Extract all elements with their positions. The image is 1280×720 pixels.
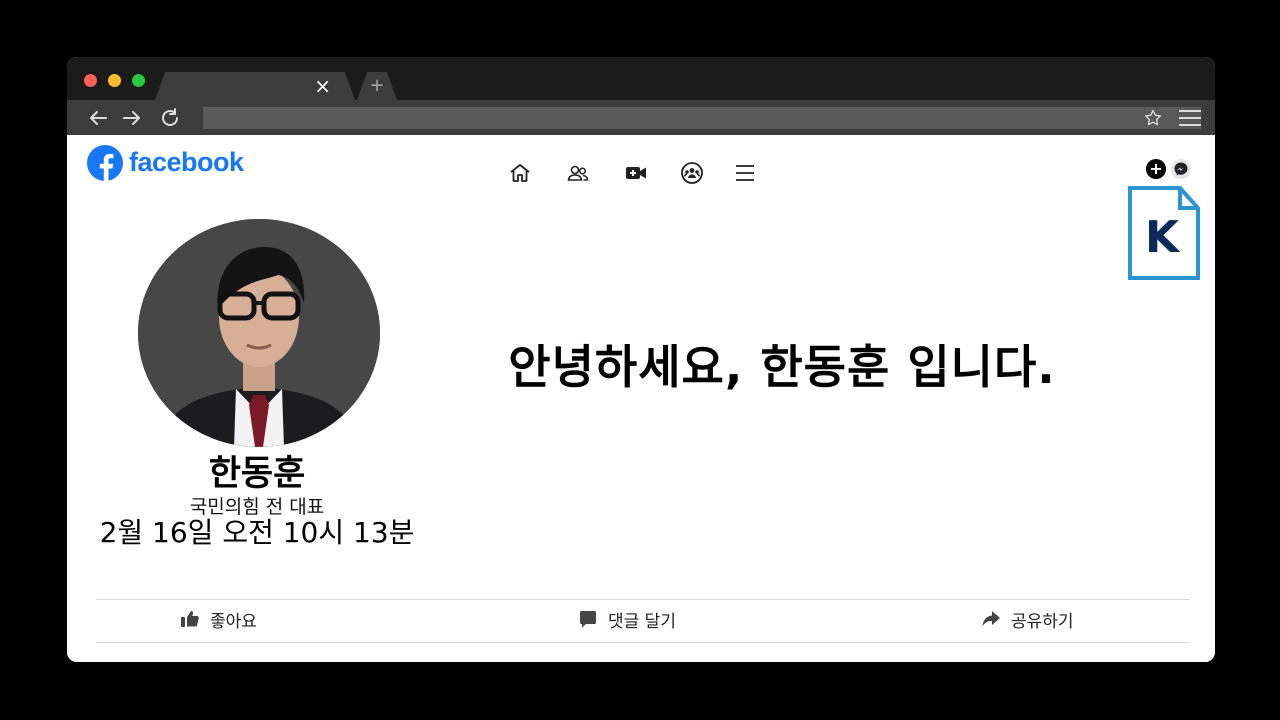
minimize-window-button[interactable] (108, 74, 121, 87)
video-icon[interactable] (624, 161, 648, 185)
forward-arrow-icon[interactable] (120, 106, 144, 130)
author-name[interactable]: 한동훈 (67, 445, 447, 496)
facebook-page: facebook + K 한동훈 국민의힘 전 대표 2월 16일 오전 10시… (67, 135, 1215, 662)
comment-label: 댓글 달기 (608, 611, 676, 632)
maximize-window-button[interactable] (132, 74, 145, 87)
post-timestamp[interactable]: 2월 16일 오전 10시 13분 (67, 511, 447, 551)
share-button[interactable]: 공유하기 (981, 599, 1074, 639)
like-label: 좋아요 (210, 611, 257, 632)
back-arrow-icon[interactable] (86, 106, 110, 130)
comment-button[interactable]: 댓글 달기 (578, 599, 676, 639)
reload-icon[interactable] (158, 106, 182, 130)
browser-toolbar (67, 100, 1215, 135)
k-badge-logo: K (1128, 186, 1200, 280)
facebook-wordmark[interactable]: facebook (129, 147, 244, 178)
post-text: 안녕하세요, 한동훈 입니다. (508, 340, 1056, 394)
close-window-button[interactable] (84, 74, 97, 87)
tab-bar: × + (67, 57, 1215, 100)
browser-window: × + facebook + K 한동훈 국민의힘 전 대표 2월 16일 오전… (67, 57, 1215, 662)
bookmark-star-icon[interactable] (1143, 108, 1163, 128)
menu-icon[interactable] (733, 161, 757, 185)
create-button[interactable]: + (1146, 159, 1166, 179)
comment-icon (580, 611, 596, 628)
thumbs-up-icon (181, 611, 199, 627)
share-arrow-icon (982, 611, 1000, 627)
facebook-logo-icon[interactable] (87, 145, 123, 181)
profile-avatar[interactable] (138, 219, 380, 447)
tab-close-icon[interactable]: × (314, 73, 331, 99)
browser-tab[interactable]: × (155, 72, 355, 100)
like-button[interactable]: 좋아요 (180, 599, 257, 639)
friends-icon[interactable] (566, 161, 590, 185)
new-tab-button[interactable]: + (357, 72, 397, 100)
share-label: 공유하기 (1011, 611, 1074, 632)
divider-bottom (96, 642, 1190, 643)
browser-menu-icon[interactable] (1177, 108, 1203, 128)
groups-icon[interactable] (680, 161, 704, 185)
messenger-icon[interactable] (1171, 159, 1191, 179)
address-bar[interactable] (203, 107, 1201, 129)
badge-letter: K (1145, 212, 1181, 263)
home-icon[interactable] (508, 161, 532, 185)
